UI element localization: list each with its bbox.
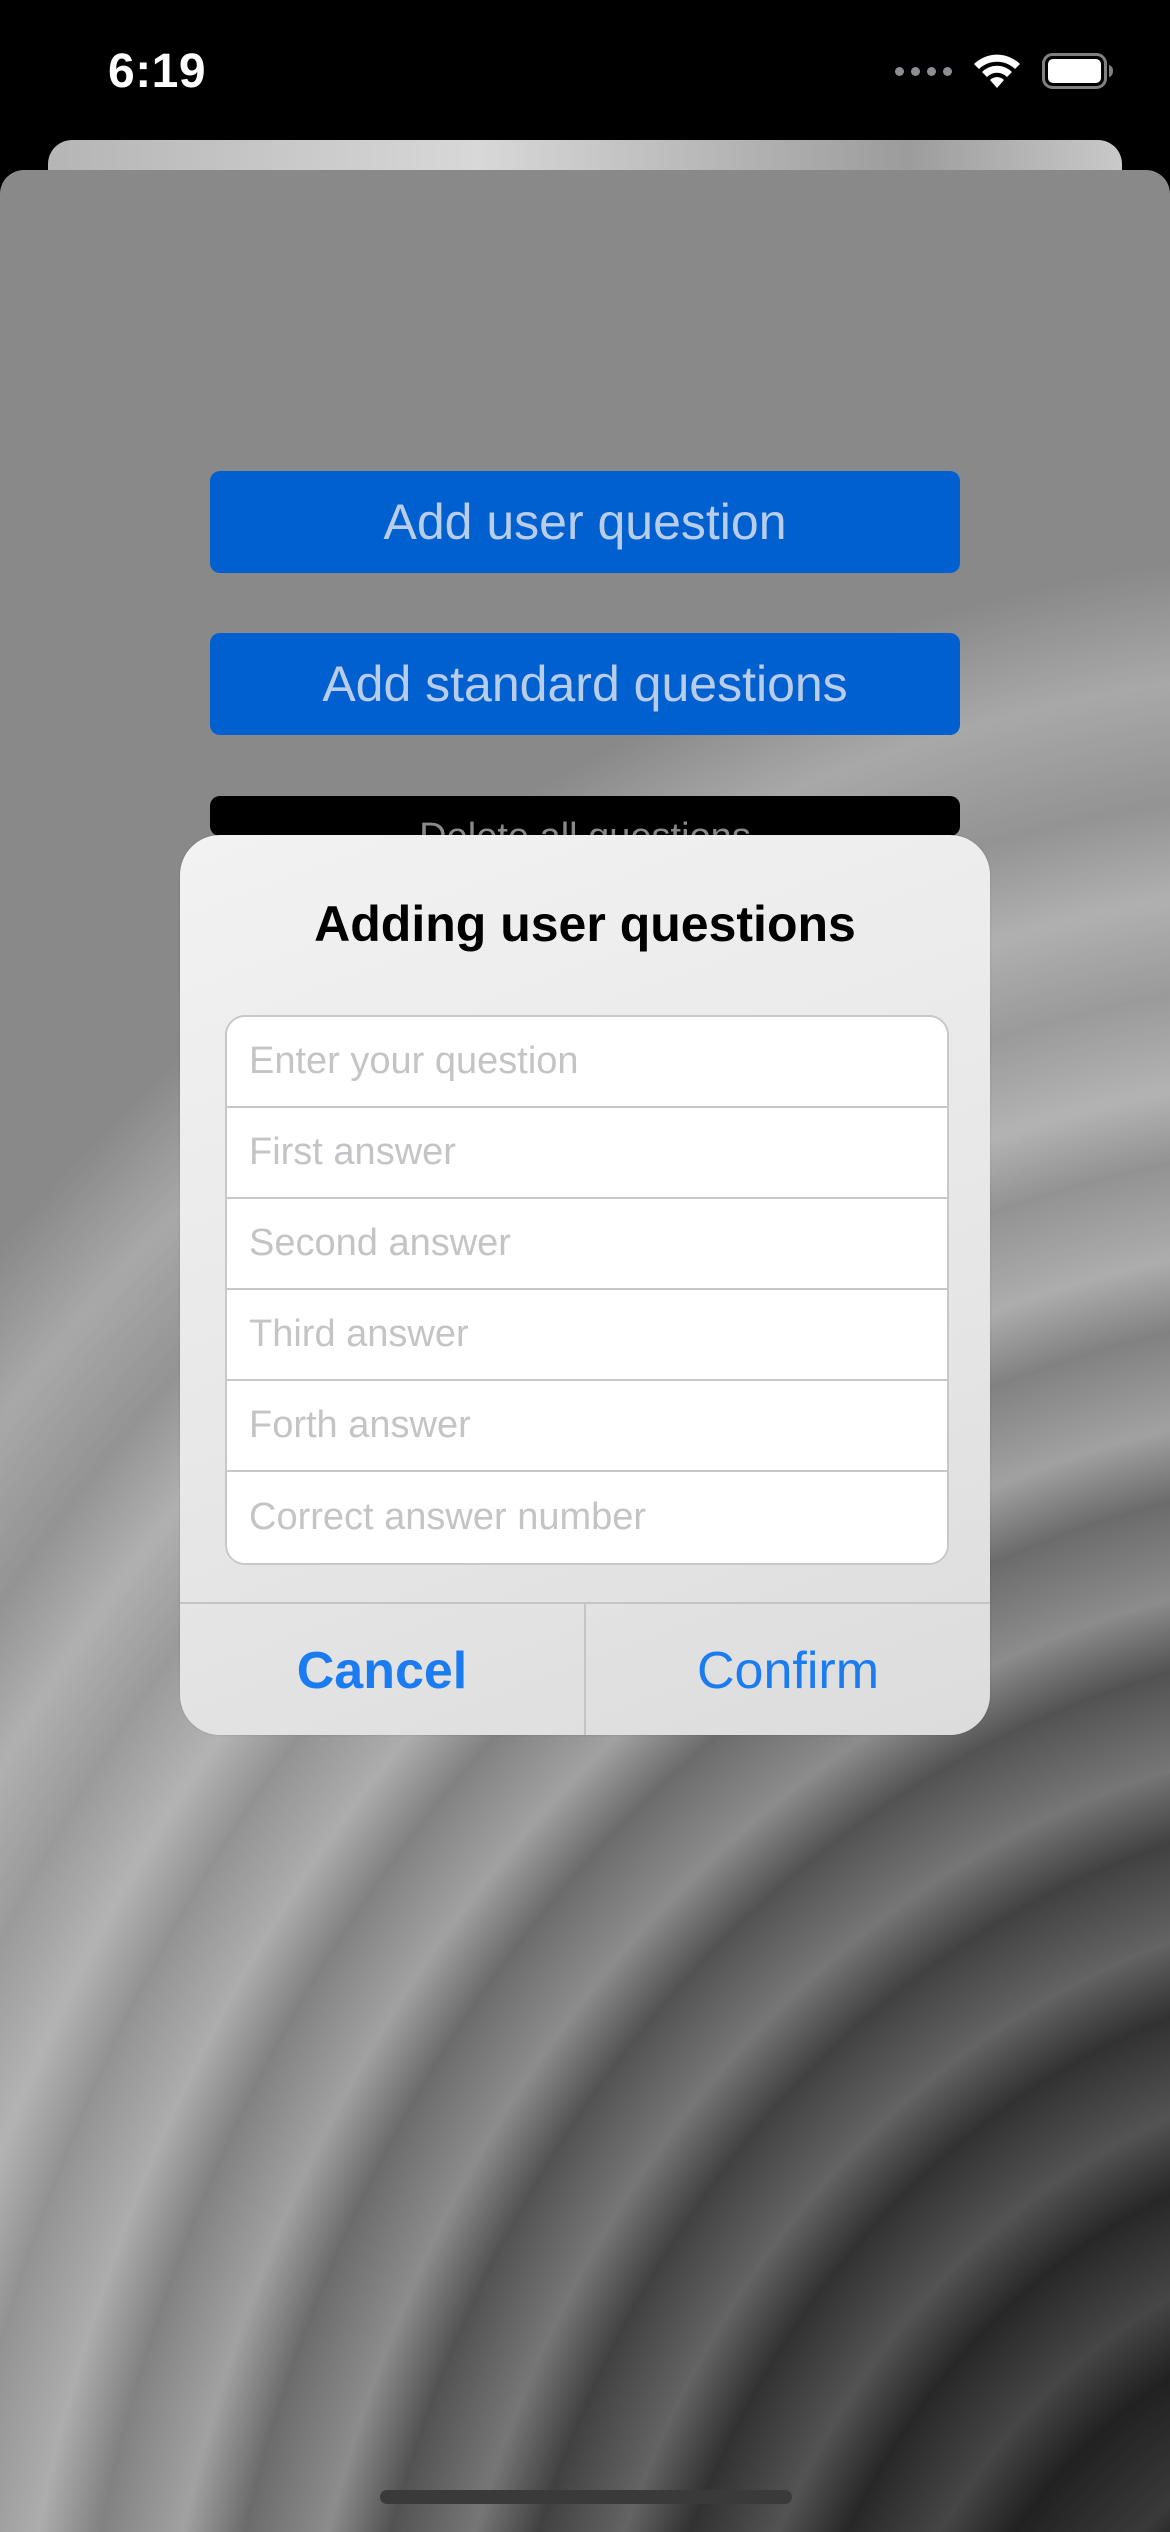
wifi-icon: [974, 54, 1020, 88]
battery-icon: [1042, 53, 1113, 89]
status-icons: [895, 52, 1114, 90]
cancel-button[interactable]: Cancel: [180, 1604, 586, 1735]
status-bar: 6:19: [0, 0, 1170, 150]
alert-text-fields: [225, 1015, 949, 1565]
first-answer-field[interactable]: [227, 1108, 947, 1199]
alert-title: Adding user questions: [314, 896, 856, 952]
correct-answer-number-field[interactable]: [227, 1472, 947, 1563]
add-question-alert: Adding user questions Cancel Confirm: [180, 835, 990, 1735]
confirm-button[interactable]: Confirm: [586, 1604, 990, 1735]
third-answer-field[interactable]: [227, 1290, 947, 1381]
fourth-answer-field[interactable]: [227, 1381, 947, 1472]
add-standard-questions-button[interactable]: Add standard questions: [210, 633, 960, 735]
question-field[interactable]: [227, 1017, 947, 1108]
second-answer-field[interactable]: [227, 1199, 947, 1290]
cellular-dots-icon: [895, 66, 952, 76]
status-time: 6:19: [108, 45, 207, 98]
alert-actions: Cancel Confirm: [180, 1602, 990, 1735]
add-user-question-button[interactable]: Add user question: [210, 471, 960, 573]
screen: 6:19 Add user question Add standard ques…: [0, 0, 1170, 2532]
home-indicator[interactable]: [380, 2490, 792, 2504]
delete-all-questions-button[interactable]: Delete all questions: [210, 796, 960, 836]
